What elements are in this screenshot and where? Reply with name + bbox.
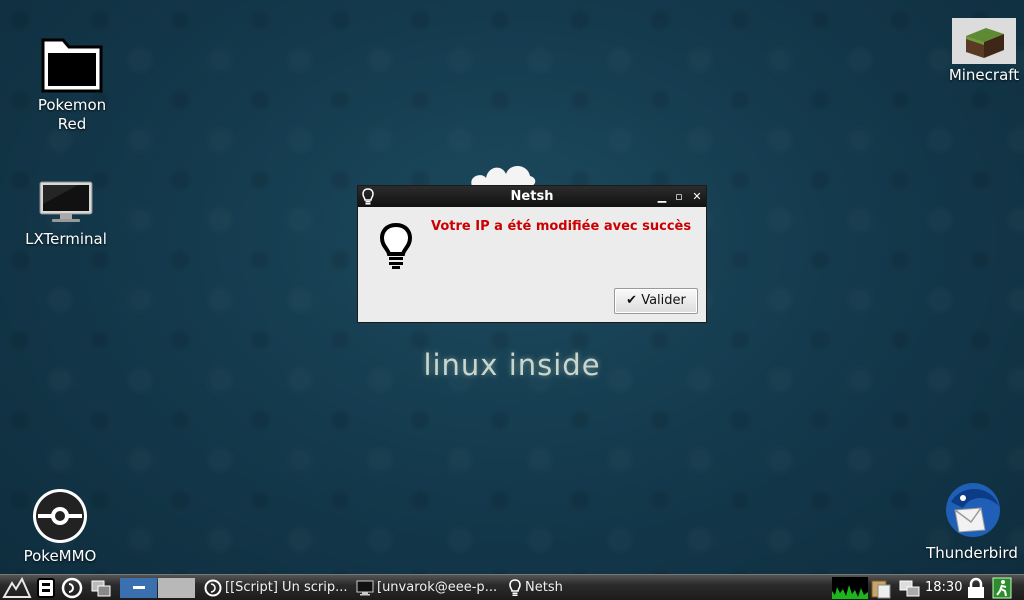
start-menu-button[interactable] (2, 575, 32, 600)
clock[interactable]: 18:30 (925, 575, 962, 600)
thunderbird-icon (946, 483, 1000, 537)
dialog-title: Netsh (510, 189, 554, 204)
cloud-logo-icon (471, 165, 536, 186)
lxde-menu-icon (2, 576, 32, 598)
desktop-icon-thunderbird[interactable]: Thunderbird (920, 480, 1024, 563)
cpu-graph-icon (832, 585, 868, 599)
minimize-button[interactable]: ▁ (654, 186, 670, 207)
exit-icon (992, 577, 1012, 598)
task-netsh[interactable]: Netsh (508, 576, 628, 599)
maximize-button[interactable]: ▫ (671, 186, 687, 207)
lock-screen-button[interactable] (966, 575, 988, 600)
workspace-1[interactable] (120, 578, 157, 598)
pokeball-icon (33, 489, 87, 543)
file-manager-launcher[interactable] (36, 575, 58, 600)
desktop-icon-label: Red (57, 115, 87, 133)
network-icon (899, 580, 920, 596)
folder-icon (41, 38, 103, 93)
task-label: [[Script] Un scrip... (225, 580, 348, 595)
valider-label: Valider (641, 293, 686, 308)
desktop-icon-label: Thunderbird (926, 544, 1018, 562)
desktop-icon-minecraft[interactable]: Minecraft (944, 18, 1024, 85)
task-label: [unvarok@eee-p... (377, 580, 498, 595)
valider-button[interactable]: ✔ Valider (614, 288, 698, 314)
lightbulb-icon (379, 222, 413, 269)
lock-icon (968, 577, 984, 598)
lightbulb-icon (509, 578, 521, 596)
minecraft-block-icon (952, 18, 1016, 64)
netsh-dialog: Netsh ▁ ▫ ✕ Votre IP a été modifiée avec… (357, 185, 707, 323)
task-label: Netsh (525, 580, 563, 595)
logout-button[interactable] (992, 575, 1014, 600)
task-terminal[interactable]: [unvarok@eee-p... (356, 576, 502, 599)
workspace-2[interactable] (158, 578, 195, 598)
task-script[interactable]: [[Script] Un scrip... (204, 576, 352, 599)
debian-swirl-icon (61, 577, 83, 598)
desktop-icon-pokemmo[interactable]: PokeMMO (14, 487, 106, 566)
windows-icon (91, 580, 111, 596)
desktop-icon-lxterminal[interactable]: LXTerminal (20, 180, 112, 249)
dialog-titlebar[interactable]: Netsh ▁ ▫ ✕ (358, 186, 706, 207)
wallpaper-text: linux inside (423, 348, 601, 382)
cpu-monitor[interactable] (832, 577, 868, 599)
desktop-icon-label: PokeMMO (23, 547, 97, 565)
clipboard-tray[interactable] (870, 575, 894, 600)
desktop-icon-label: Minecraft (948, 66, 1020, 84)
browser-launcher[interactable] (61, 575, 85, 600)
terminal-icon (356, 580, 374, 595)
file-cabinet-icon (37, 577, 55, 598)
desktop-icon-pokemon-red[interactable]: Pokemon Red (28, 34, 116, 134)
desktop-icon-label: Pokemon (37, 96, 107, 114)
close-button[interactable]: ✕ (689, 186, 705, 207)
checkmark-icon: ✔ (626, 293, 638, 308)
desktop-icon-label: LXTerminal (25, 230, 107, 248)
show-desktop-button[interactable] (90, 575, 114, 600)
taskbar: [[Script] Un scrip... [unvarok@eee-p... … (0, 574, 1024, 600)
monitor-icon (39, 181, 93, 222)
network-tray[interactable] (898, 575, 922, 600)
workspace-window-indicator (133, 586, 145, 589)
clipboard-icon (871, 580, 891, 598)
desktop: Pokemon Red LXTerminal PokeMMO Minecraft… (0, 0, 1024, 574)
lightbulb-icon (362, 188, 374, 205)
script-icon (204, 579, 222, 596)
dialog-message: Votre IP a été modifiée avec succès (431, 219, 692, 234)
